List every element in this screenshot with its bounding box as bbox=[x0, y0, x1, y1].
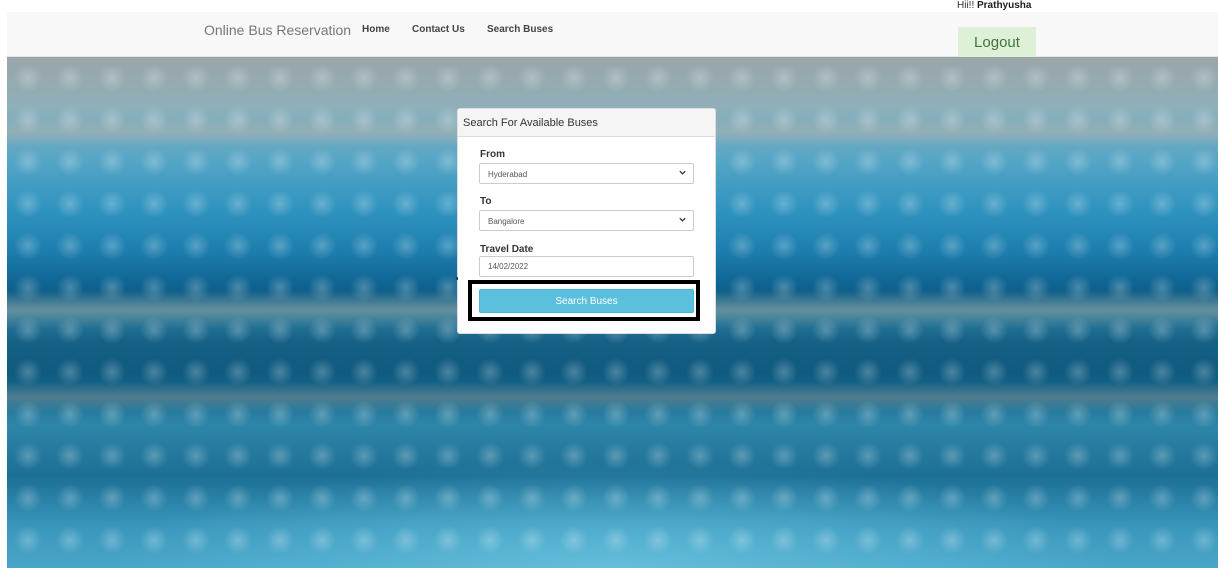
chevron-down-icon bbox=[679, 170, 686, 175]
navbar: Online Bus Reservation Home Contact Us S… bbox=[7, 12, 1218, 57]
hero-light-band-bottom bbox=[7, 382, 1218, 412]
nav-contact-link[interactable]: Contact Us bbox=[412, 24, 465, 35]
to-select-value: Bangalore bbox=[488, 217, 525, 226]
search-buses-button[interactable]: Search Buses bbox=[479, 289, 694, 313]
cursor-mark bbox=[456, 277, 458, 280]
nav-search-buses-link[interactable]: Search Buses bbox=[487, 24, 553, 35]
from-select[interactable]: Hyderabad bbox=[479, 163, 694, 184]
logout-button[interactable]: Logout bbox=[958, 27, 1036, 57]
user-greeting: Hii!! Prathyusha bbox=[957, 0, 1031, 11]
search-panel-title: Search For Available Buses bbox=[458, 109, 715, 137]
nav-home-link[interactable]: Home bbox=[362, 24, 390, 35]
chevron-down-icon bbox=[679, 217, 686, 222]
top-strip bbox=[0, 0, 1218, 12]
to-select[interactable]: Bangalore bbox=[479, 210, 694, 231]
from-select-value: Hyderabad bbox=[488, 170, 528, 179]
user-name: Prathyusha bbox=[977, 0, 1032, 11]
travel-date-label: Travel Date bbox=[480, 244, 534, 255]
travel-date-input[interactable]: 14/02/2022 bbox=[479, 256, 694, 277]
search-panel: Search For Available Buses From Hyderaba… bbox=[457, 108, 716, 334]
from-label: From bbox=[480, 149, 505, 160]
greeting-prefix: Hii!! bbox=[957, 0, 977, 11]
to-label: To bbox=[480, 196, 492, 207]
brand-link[interactable]: Online Bus Reservation bbox=[204, 22, 351, 38]
